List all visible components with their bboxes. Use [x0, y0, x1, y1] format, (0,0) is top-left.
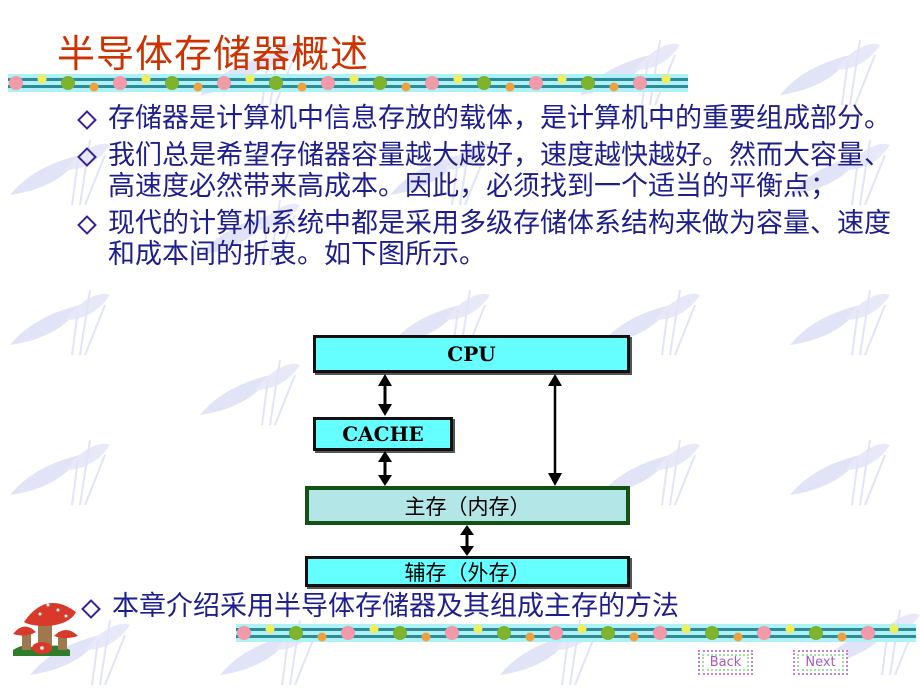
flower-decoration	[609, 82, 619, 92]
cache-box: CACHE	[313, 417, 453, 451]
flower-decoration	[633, 76, 647, 90]
flower-decoration	[237, 626, 251, 640]
cpu-label: CPU	[447, 342, 496, 366]
bullet-text: 现代的计算机系统中都是采用多级存储体系结构来做为容量、速度和成本间的折衷。如下图…	[108, 208, 891, 270]
flower-decoration	[9, 76, 23, 90]
flower-decoration	[581, 76, 595, 90]
flower-decoration	[473, 624, 483, 634]
decorative-band-top	[8, 74, 688, 92]
bullet-text: 我们总是希望存储器容量越大越好，速度越快越好。然而大容量、高速度必然带来高成本。…	[108, 140, 891, 202]
next-button[interactable]: Next	[793, 650, 848, 675]
flower-decoration	[629, 632, 639, 642]
flower-decoration	[297, 82, 307, 92]
flower-decoration	[809, 626, 823, 640]
bullet-item: 存储器是计算机中信息存放的载体，是计算机中的重要组成部分。	[76, 103, 916, 134]
flower-decoration	[577, 624, 587, 634]
flower-decoration	[757, 626, 771, 640]
flower-decoration	[837, 632, 847, 642]
bullet-item: 我们总是希望存储器容量越大越好，速度越快越好。然而大容量、高速度必然带来高成本。…	[76, 140, 916, 202]
flower-decoration	[165, 76, 179, 90]
diamond-bullet-icon	[81, 599, 101, 619]
flower-decoration	[193, 82, 203, 92]
flower-decoration	[89, 82, 99, 92]
flower-decoration	[453, 74, 463, 84]
flower-decoration	[289, 626, 303, 640]
main-memory-label: 主存（内存）	[404, 494, 531, 519]
flower-decoration	[733, 632, 743, 642]
flower-decoration	[401, 82, 411, 92]
bullet-text: 存储器是计算机中信息存放的载体，是计算机中的重要组成部分。	[108, 103, 891, 134]
flower-decoration	[889, 624, 899, 634]
flower-decoration	[529, 76, 543, 90]
flower-decoration	[557, 74, 567, 84]
flower-decoration	[477, 76, 491, 90]
cpu-box: CPU	[313, 335, 630, 373]
arrow-cache-main	[378, 451, 392, 486]
flower-decoration	[705, 626, 719, 640]
arrow-cpu-cache	[378, 374, 392, 416]
slide-title: 半导体存储器概述	[57, 32, 370, 76]
flower-decoration	[549, 626, 563, 640]
flower-decoration	[245, 74, 255, 84]
flower-decoration	[785, 624, 795, 634]
flower-decoration	[601, 626, 615, 640]
bullet-text: 本章介绍采用半导体存储器及其组成主存的方法	[112, 591, 679, 622]
main-memory-box: 主存（内存）	[305, 486, 630, 525]
flower-decoration	[321, 76, 335, 90]
bullet-list: 存储器是计算机中信息存放的载体，是计算机中的重要组成部分。 我们总是希望存储器容…	[76, 103, 916, 276]
flower-decoration	[217, 76, 231, 90]
flower-decoration	[341, 626, 355, 640]
flower-decoration	[421, 632, 431, 642]
decorative-band-bottom	[236, 624, 916, 642]
flower-decoration	[653, 626, 667, 640]
diamond-bullet-icon	[77, 110, 97, 130]
flower-decoration	[505, 82, 515, 92]
flower-decoration	[425, 76, 439, 90]
diamond-bullet-icon	[77, 215, 97, 235]
flower-decoration	[681, 624, 691, 634]
arrow-cpu-main	[548, 374, 562, 486]
back-button[interactable]: Back	[698, 650, 753, 675]
flower-decoration	[369, 624, 379, 634]
flower-decoration	[497, 626, 511, 640]
bullet-item-summary: 本章介绍采用半导体存储器及其组成主存的方法	[80, 590, 679, 624]
secondary-memory-label: 辅存（外存）	[404, 560, 531, 585]
flower-decoration	[37, 74, 47, 84]
flower-decoration	[141, 74, 151, 84]
diamond-bullet-icon	[77, 147, 97, 167]
flower-decoration	[269, 76, 283, 90]
flower-decoration	[393, 626, 407, 640]
flower-decoration	[61, 76, 75, 90]
flower-decoration	[113, 76, 127, 90]
arrow-main-secondary	[460, 525, 474, 556]
cache-label: CACHE	[342, 422, 424, 446]
mushroom-icon	[13, 603, 78, 656]
flower-decoration	[373, 76, 387, 90]
bullet-item: 现代的计算机系统中都是采用多级存储体系结构来做为容量、速度和成本间的折衷。如下图…	[76, 208, 916, 270]
flower-decoration	[861, 626, 875, 640]
flower-decoration	[265, 624, 275, 634]
flower-decoration	[445, 626, 459, 640]
flower-decoration	[525, 632, 535, 642]
flower-decoration	[661, 74, 671, 84]
flower-decoration	[317, 632, 327, 642]
secondary-memory-box: 辅存（外存）	[305, 556, 630, 587]
flower-decoration	[349, 74, 359, 84]
